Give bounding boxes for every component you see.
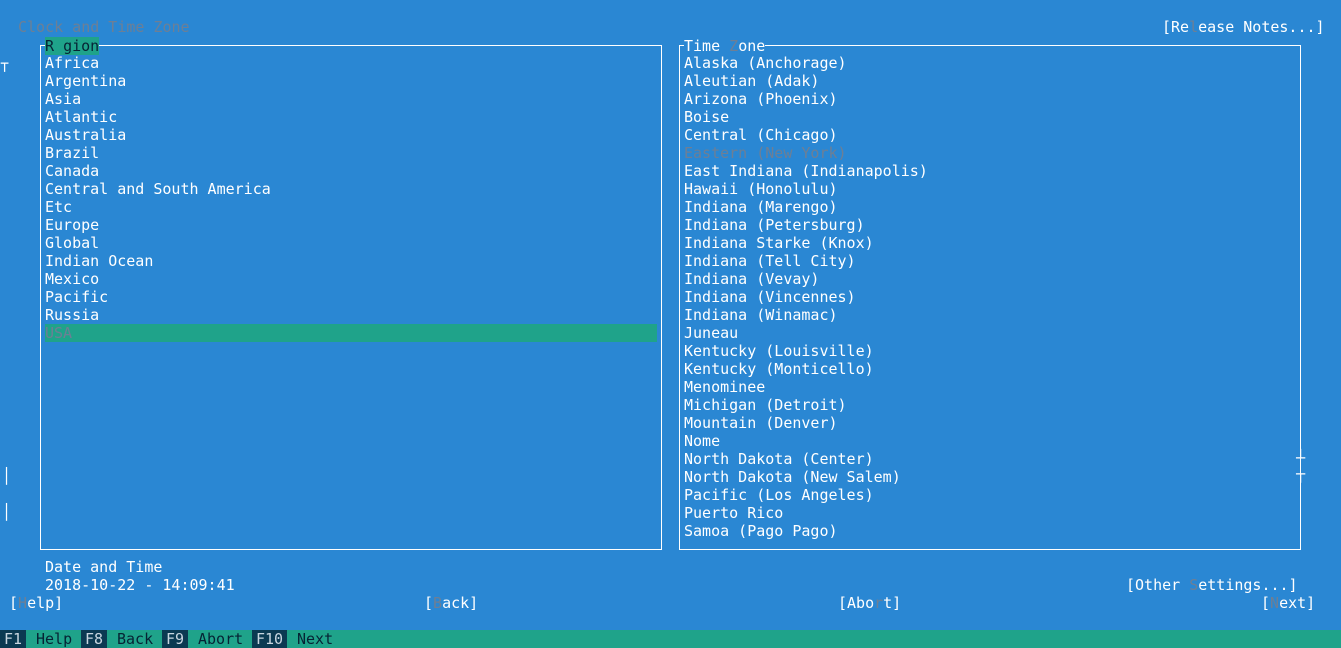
next-button[interactable]: [Next]	[1261, 594, 1315, 612]
timezone-title-pre: Time	[684, 37, 730, 55]
help-post: elp]	[27, 594, 64, 612]
timezone-list-item[interactable]: Kentucky (Monticello)	[684, 360, 928, 378]
timezone-list-item[interactable]: Aleutian (Adak)	[684, 72, 928, 90]
timezone-list-item[interactable]: Menominee	[684, 378, 928, 396]
region-list-item[interactable]: Australia	[45, 126, 657, 144]
region-list-item[interactable]: Asia	[45, 90, 657, 108]
release-notes-post: ease Notes...]	[1198, 18, 1325, 36]
region-title-hotkey: R	[45, 37, 55, 55]
timezone-list-item[interactable]: Indiana (Vincennes)	[684, 288, 928, 306]
window-title: Clock and Time Zone	[18, 18, 190, 36]
left-edge-bar-icon: │	[2, 467, 12, 485]
timezone-list-item[interactable]: Indiana (Vevay)	[684, 270, 928, 288]
region-list-item[interactable]: Central and South America	[45, 180, 657, 198]
region-list-item[interactable]: Pacific	[45, 288, 657, 306]
help-button[interactable]: [Help]	[9, 594, 63, 612]
other-settings-button[interactable]: [Other Settings...]	[1126, 576, 1298, 594]
region-list-item[interactable]: Europe	[45, 216, 657, 234]
back-hotkey: B	[433, 594, 443, 612]
fkey-f1-label: Help	[36, 630, 73, 648]
region-title-gap: e	[54, 37, 64, 55]
timezone-list-item[interactable]: Puerto Rico	[684, 504, 928, 522]
release-notes-button[interactable]: [Release Notes...]	[1162, 18, 1325, 36]
fkey-f8-label: Back	[117, 630, 154, 648]
timezone-list-item[interactable]: Indiana Starke (Knox)	[684, 234, 928, 252]
help-hotkey: H	[18, 594, 28, 612]
timezone-list-item[interactable]: Eastern (New York)	[684, 144, 928, 162]
region-panel: Region Africa Argentina Asia Atlantic Austra…	[40, 37, 662, 550]
back-pre: [	[424, 594, 434, 612]
scroll-top-marker-icon: ⊤	[0, 58, 10, 76]
other-settings-post: ettings...]	[1198, 576, 1298, 594]
region-panel-title: Region	[45, 37, 100, 55]
region-list-item[interactable]: Atlantic	[45, 108, 657, 126]
timezone-list-item[interactable]: Michigan (Detroit)	[684, 396, 928, 414]
timezone-title-post: one	[738, 37, 766, 55]
abort-pre: [Abo	[838, 594, 875, 612]
abort-hotkey: r	[874, 594, 884, 612]
timezone-list-item[interactable]: Boise	[684, 108, 928, 126]
region-list[interactable]: Africa Argentina Asia Atlantic Australia Braz…	[45, 54, 657, 342]
fkey-f8[interactable]: F8	[81, 630, 108, 648]
timezone-panel-title: Time Zone	[684, 37, 766, 55]
region-list-item[interactable]: Etc	[45, 198, 657, 216]
other-settings-hotkey: S	[1189, 576, 1199, 594]
region-list-item[interactable]: Indian Ocean	[45, 252, 657, 270]
timezone-list-item[interactable]: Samoa (Pago Pago)	[684, 522, 928, 540]
timezone-list-item[interactable]: Pacific (Los Angeles)	[684, 486, 928, 504]
help-pre: [	[9, 594, 19, 612]
region-list-item[interactable]: Africa	[45, 54, 657, 72]
next-pre: [	[1261, 594, 1271, 612]
timezone-list-item[interactable]: Nome	[684, 432, 928, 450]
timezone-list-item[interactable]: Juneau	[684, 324, 928, 342]
timezone-title-hotkey: Z	[729, 37, 739, 55]
release-notes-pre: [Re	[1162, 18, 1190, 36]
timezone-list-item[interactable]: Hawaii (Honolulu)	[684, 180, 928, 198]
fkey-f9[interactable]: F9	[162, 630, 189, 648]
abort-button[interactable]: [Abort]	[838, 594, 901, 612]
region-list-item[interactable]: Russia	[45, 306, 657, 324]
timezone-list-item[interactable]: Kentucky (Louisville)	[684, 342, 928, 360]
back-post: ack]	[442, 594, 479, 612]
fkey-f10-label: Next	[297, 630, 334, 648]
timezone-list-item[interactable]: Central (Chicago)	[684, 126, 928, 144]
region-list-item[interactable]: Mexico	[45, 270, 657, 288]
fkey-f10[interactable]: F10	[252, 630, 288, 648]
region-title-rest: gion	[63, 37, 100, 55]
datetime-value: 2018-10-22 - 14:09:41	[45, 576, 235, 594]
timezone-list-item[interactable]: Indiana (Marengo)	[684, 198, 928, 216]
abort-post: t]	[883, 594, 902, 612]
timezone-list-item[interactable]: Alaska (Anchorage)	[684, 54, 928, 72]
scrollbar-bottom-icon[interactable]: ┬	[1296, 465, 1305, 483]
fkey-f9-label: Abort	[198, 630, 244, 648]
other-settings-pre: [Other	[1126, 576, 1190, 594]
timezone-list-item[interactable]: Arizona (Phoenix)	[684, 90, 928, 108]
region-list-item[interactable]: USA	[45, 324, 657, 342]
next-hotkey: N	[1270, 594, 1280, 612]
timezone-list[interactable]: Alaska (Anchorage) Aleutian (Adak) Arizona…	[684, 54, 928, 540]
timezone-list-item[interactable]: East Indiana (Indianapolis)	[684, 162, 928, 180]
timezone-list-item[interactable]: North Dakota (Center)	[684, 450, 928, 468]
region-list-item[interactable]: Global	[45, 234, 657, 252]
timezone-list-item[interactable]: Mountain (Denver)	[684, 414, 928, 432]
region-list-item[interactable]: Argentina	[45, 72, 657, 90]
timezone-list-item[interactable]: Indiana (Petersburg)	[684, 216, 928, 234]
left-edge-bar-icon-2: │	[2, 503, 12, 521]
region-list-item[interactable]: Canada	[45, 162, 657, 180]
back-button[interactable]: [Back]	[424, 594, 478, 612]
timezone-list-item[interactable]: Indiana (Winamac)	[684, 306, 928, 324]
function-key-bar: F1 Help F8 Back F9 Abort F10 Next	[0, 630, 1341, 648]
next-post: ext]	[1279, 594, 1316, 612]
release-notes-hotkey: l	[1189, 18, 1199, 36]
timezone-panel: Time Zone Alaska (Anchorage) Aleutian (Ad…	[679, 37, 1301, 550]
region-list-item[interactable]: Brazil	[45, 144, 657, 162]
timezone-list-item[interactable]: North Dakota (New Salem)	[684, 468, 928, 486]
timezone-list-item[interactable]: Indiana (Tell City)	[684, 252, 928, 270]
datetime-label: Date and Time	[45, 558, 163, 576]
fkey-f1[interactable]: F1	[0, 630, 27, 648]
